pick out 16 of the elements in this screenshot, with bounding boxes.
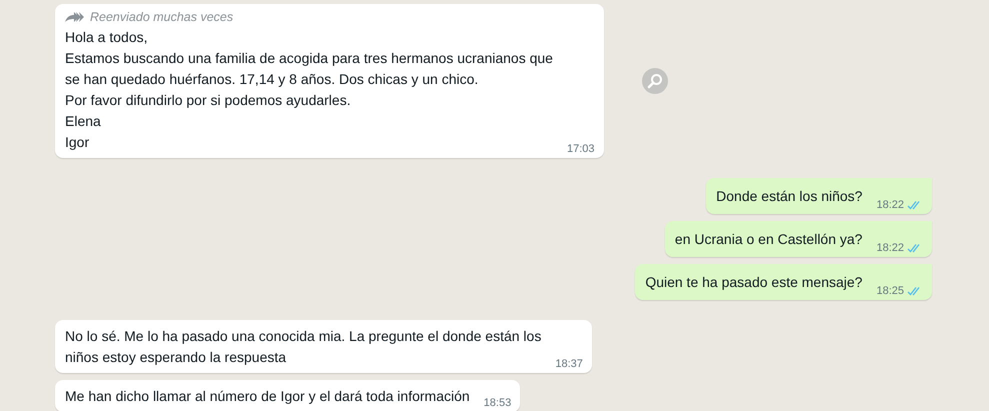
message-time: 18:37 [555, 358, 583, 370]
message-text: Quien te ha pasado este mensaje? [645, 273, 862, 292]
message-text: Hola a todos, Estamos buscando una familia de acogida para tres hermanos ucranianos que se han quedado huérfanos. 17,14 y 8 años. Dos chicas y un chico. Por favor difundirlo por si podemos ayudarles. Elena Igor [65, 28, 553, 152]
message-text: No lo sé. Me lo ha pasado una conocida mia. La pregunte el donde están los niños estoy esperando la respuesta [65, 327, 542, 367]
message-time: 18:22 [876, 199, 904, 211]
message-time: 18:22 [876, 242, 904, 254]
message-text: en Ucrania o en Castellón ya? [674, 230, 862, 249]
message-text: Donde están los niños? [716, 187, 862, 206]
message-text: Me han dicho llamar al número de Igor y el dará toda información [65, 387, 470, 406]
message-time: 18:53 [484, 397, 512, 409]
forwarded-label: Reenviado muchas veces [90, 10, 234, 24]
search-icon [646, 73, 662, 89]
message-time: 18:25 [876, 285, 904, 297]
message-time: 17:03 [566, 143, 594, 155]
search-button[interactable] [642, 68, 668, 94]
forward-icon [65, 11, 85, 23]
